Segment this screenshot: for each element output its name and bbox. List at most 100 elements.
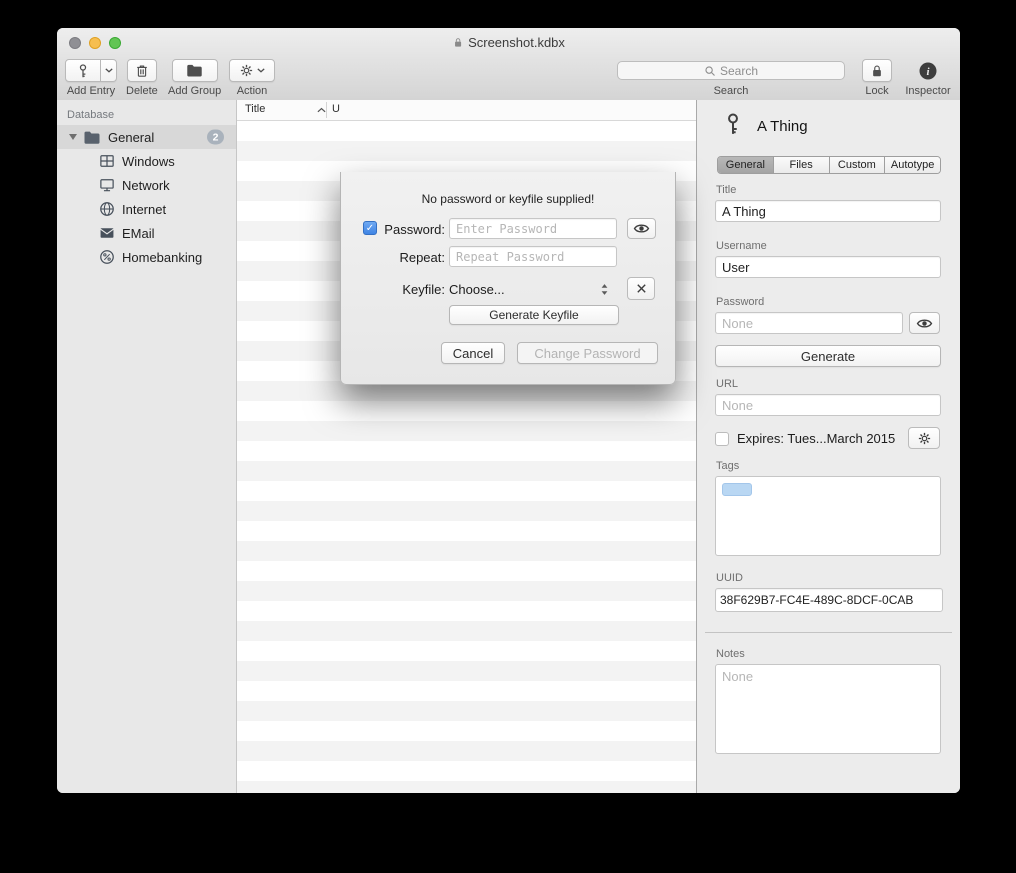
uuid-field[interactable]: [715, 588, 943, 612]
toolbar-add-group: Add Group: [168, 59, 221, 97]
notes-field[interactable]: [715, 664, 941, 754]
document-lock-icon: [452, 37, 463, 48]
title-field[interactable]: [715, 200, 941, 222]
password-label: Password:: [381, 222, 445, 237]
toolbar-delete: Delete: [126, 59, 158, 97]
add-group-label: Add Group: [168, 85, 221, 97]
monitor-icon: [99, 178, 115, 192]
reveal-password-button[interactable]: [909, 312, 940, 334]
repeat-label: Repeat:: [381, 250, 445, 265]
add-entry-dropdown[interactable]: [101, 59, 117, 82]
sidebar-item-internet[interactable]: Internet: [57, 197, 236, 221]
url-field[interactable]: [715, 394, 941, 416]
sidebar-item-label: Homebanking: [122, 250, 202, 265]
zoom-button[interactable]: [109, 37, 121, 49]
repeat-input[interactable]: [449, 246, 617, 267]
expires-settings-button[interactable]: [908, 427, 940, 449]
reveal-password-button[interactable]: [627, 218, 656, 239]
keyfile-label: Keyfile:: [381, 282, 445, 297]
tab-files[interactable]: Files: [774, 157, 830, 173]
change-password-dialog: No password or keyfile supplied! ✓ Passw…: [340, 172, 676, 385]
tags-field[interactable]: [715, 476, 941, 556]
tab-custom[interactable]: Custom: [830, 157, 886, 173]
sidebar-item-windows[interactable]: Windows: [57, 149, 236, 173]
eye-icon: [633, 222, 650, 235]
info-icon: [918, 61, 938, 81]
envelope-icon: [99, 227, 115, 239]
app-window: Screenshot.kdbx Add Entry Delete: [57, 28, 960, 793]
inspector-label: Inspector: [905, 85, 950, 97]
toolbar-search: Search Search: [617, 59, 845, 97]
tab-general[interactable]: General: [718, 157, 774, 173]
password-field-label: Password: [716, 296, 764, 308]
add-group-button[interactable]: [172, 59, 218, 82]
sidebar-item-email[interactable]: EMail: [57, 221, 236, 245]
coin-percent-icon: [99, 249, 115, 265]
notes-field-label: Notes: [716, 648, 745, 660]
column-header-username[interactable]: U: [332, 103, 340, 115]
add-entry-label: Add Entry: [67, 85, 115, 97]
main-content: Database General 2 Windows Network: [57, 100, 960, 793]
url-field-label: URL: [716, 378, 738, 390]
delete-label: Delete: [126, 85, 158, 97]
windows-icon: [99, 154, 115, 168]
password-field[interactable]: [715, 312, 903, 334]
keyfile-popup[interactable]: Choose...: [449, 278, 609, 300]
eye-icon: [916, 317, 933, 330]
generate-password-button[interactable]: Generate: [715, 345, 941, 367]
traffic-lights: [69, 37, 121, 49]
password-checkbox[interactable]: ✓: [363, 221, 377, 235]
sidebar-item-network[interactable]: Network: [57, 173, 236, 197]
change-password-button[interactable]: Change Password: [517, 342, 658, 364]
chevron-down-icon: [257, 68, 265, 73]
column-header-title[interactable]: Title: [245, 103, 265, 115]
search-input[interactable]: Search: [617, 61, 845, 80]
generate-keyfile-button[interactable]: Generate Keyfile: [449, 305, 619, 325]
close-button[interactable]: [69, 37, 81, 49]
toolbar-add-entry: Add Entry: [65, 59, 117, 97]
toolbar-inspector: Inspector: [902, 59, 954, 97]
key-icon: [722, 111, 744, 137]
entry-list-header: Title U: [237, 100, 696, 121]
sort-ascending-icon: [317, 107, 326, 113]
chevron-down-icon: [105, 68, 113, 73]
minimize-button[interactable]: [89, 37, 101, 49]
inspector-tabs: General Files Custom Autotype: [717, 156, 941, 174]
gear-icon: [239, 63, 254, 78]
disclosure-triangle-icon[interactable]: [69, 134, 77, 140]
title-bar: Screenshot.kdbx Add Entry Delete: [57, 28, 960, 101]
action-button[interactable]: [229, 59, 275, 82]
clear-keyfile-button[interactable]: [627, 277, 655, 300]
uuid-field-label: UUID: [716, 572, 743, 584]
sidebar-item-label: Network: [122, 178, 170, 193]
entry-title: A Thing: [757, 118, 808, 135]
trash-icon: [134, 63, 150, 79]
column-divider[interactable]: [326, 102, 327, 118]
sidebar-header: Database: [67, 109, 236, 121]
tab-autotype[interactable]: Autotype: [885, 157, 940, 173]
sidebar-item-label: EMail: [122, 226, 155, 241]
search-label: Search: [714, 85, 749, 97]
inspector-panel: A Thing General Files Custom Autotype Ti…: [696, 100, 960, 793]
sidebar-item-general[interactable]: General 2: [57, 125, 236, 149]
key-icon: [76, 63, 90, 79]
gear-icon: [917, 431, 932, 446]
search-icon: [704, 65, 716, 77]
cancel-button[interactable]: Cancel: [441, 342, 505, 364]
sidebar-item-label: Internet: [122, 202, 166, 217]
tag-chip[interactable]: [722, 483, 752, 496]
lock-label: Lock: [865, 85, 888, 97]
expires-checkbox[interactable]: [715, 432, 729, 446]
globe-icon: [99, 201, 115, 217]
entry-count-badge: 2: [207, 130, 224, 145]
username-field-label: Username: [716, 240, 767, 252]
delete-button[interactable]: [127, 59, 157, 82]
password-input[interactable]: [449, 218, 617, 239]
inspector-button[interactable]: [918, 59, 938, 82]
add-entry-button[interactable]: [65, 59, 101, 82]
tags-field-label: Tags: [716, 460, 739, 472]
toolbar-lock: Lock: [862, 59, 892, 97]
sidebar-item-homebanking[interactable]: Homebanking: [57, 245, 236, 269]
lock-button[interactable]: [862, 59, 892, 82]
username-field[interactable]: [715, 256, 941, 278]
